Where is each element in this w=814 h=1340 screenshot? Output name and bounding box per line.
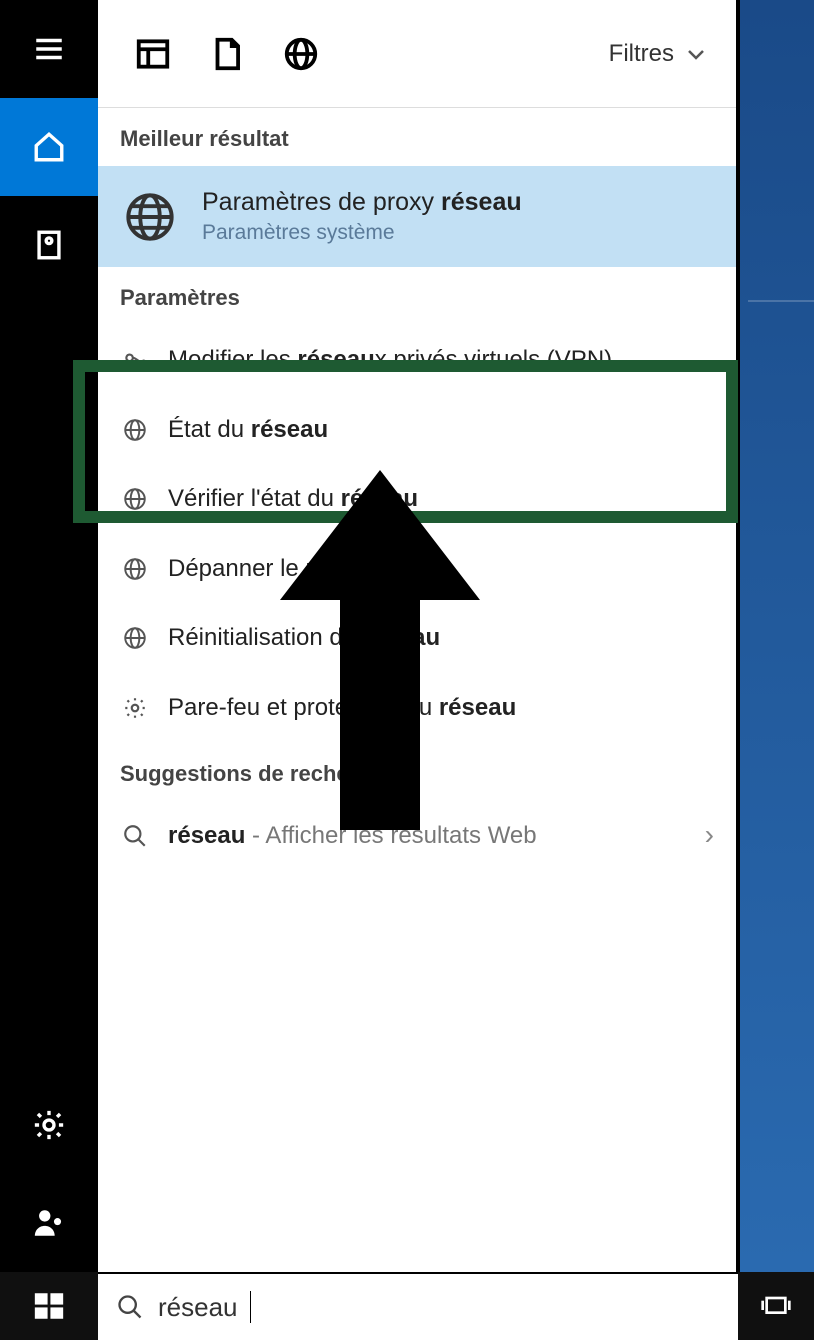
settings-item-text: Pare-feu et protection du réseau bbox=[168, 691, 516, 725]
search-input-value: réseau bbox=[158, 1292, 238, 1323]
settings-item-3[interactable]: Dépanner le réseau bbox=[98, 534, 736, 604]
search-input[interactable]: réseau bbox=[98, 1272, 738, 1340]
filter-documents-button[interactable] bbox=[190, 0, 264, 108]
document-icon bbox=[208, 35, 246, 73]
chevron-right-icon: › bbox=[705, 819, 714, 851]
settings-item-0[interactable]: Modifier les réseaux privés virtuels (VP… bbox=[98, 325, 736, 395]
home-icon bbox=[32, 130, 66, 164]
section-best-result: Meilleur résultat bbox=[98, 108, 736, 166]
notebook-icon bbox=[32, 228, 66, 262]
task-view-button[interactable] bbox=[738, 1272, 814, 1340]
settings-item-text: Vérifier l'état du réseau bbox=[168, 482, 418, 516]
text-caret bbox=[250, 1291, 251, 1323]
best-result-title: Paramètres de proxy réseau bbox=[202, 188, 522, 217]
apps-icon bbox=[134, 35, 172, 73]
globe-icon bbox=[120, 556, 150, 582]
filter-apps-button[interactable] bbox=[116, 0, 190, 108]
best-result-subtitle: Paramètres système bbox=[202, 221, 522, 245]
notebook-button[interactable] bbox=[0, 196, 98, 294]
search-results-panel: Filtres Meilleur résultat Paramètres de … bbox=[98, 0, 738, 1272]
section-suggestions: Suggestions de recherche bbox=[98, 743, 736, 801]
filters-label: Filtres bbox=[609, 40, 674, 68]
settings-item-5[interactable]: Pare-feu et protection du réseau bbox=[98, 673, 736, 743]
hamburger-button[interactable] bbox=[0, 0, 98, 98]
hamburger-icon bbox=[32, 32, 66, 66]
gear-icon bbox=[120, 695, 150, 721]
desktop-sliver bbox=[738, 0, 814, 1272]
settings-item-text: État du réseau bbox=[168, 413, 328, 447]
settings-item-text: Dépanner le réseau bbox=[168, 552, 383, 586]
person-icon bbox=[32, 1206, 66, 1240]
vpn-icon bbox=[120, 347, 150, 373]
globe-icon bbox=[120, 486, 150, 512]
best-result-row[interactable]: Paramètres de proxy réseau Paramètres sy… bbox=[98, 166, 736, 267]
settings-item-1[interactable]: État du réseau bbox=[98, 395, 736, 465]
windows-icon bbox=[32, 1289, 66, 1323]
search-icon bbox=[116, 1293, 144, 1321]
settings-item-2[interactable]: Vérifier l'état du réseau bbox=[98, 464, 736, 534]
globe-icon bbox=[282, 35, 320, 73]
filter-web-button[interactable] bbox=[264, 0, 338, 108]
settings-button[interactable] bbox=[0, 1076, 98, 1174]
search-icon bbox=[122, 823, 148, 849]
home-button[interactable] bbox=[0, 98, 98, 196]
globe-icon bbox=[120, 625, 150, 651]
settings-item-text: Réinitialisation du réseau bbox=[168, 621, 440, 655]
filters-dropdown[interactable]: Filtres bbox=[609, 40, 718, 68]
cortana-sidebar bbox=[0, 0, 98, 1272]
taskbar: réseau bbox=[0, 1272, 814, 1340]
task-view-icon bbox=[760, 1290, 792, 1322]
settings-item-text: Modifier les réseaux privés virtuels (VP… bbox=[168, 343, 612, 377]
chevron-down-icon bbox=[684, 42, 708, 66]
gear-icon bbox=[32, 1108, 66, 1142]
feedback-button[interactable] bbox=[0, 1174, 98, 1272]
results-toolbar: Filtres bbox=[98, 0, 736, 108]
globe-icon bbox=[124, 191, 176, 243]
start-button[interactable] bbox=[0, 1272, 98, 1340]
settings-item-4[interactable]: Réinitialisation du réseau bbox=[98, 603, 736, 673]
section-settings: Paramètres bbox=[98, 267, 736, 325]
web-suggestion-row[interactable]: réseau - Afficher les résultats Web › bbox=[98, 801, 736, 871]
web-suggestion-text: réseau - Afficher les résultats Web bbox=[168, 819, 537, 853]
globe-icon bbox=[120, 417, 150, 443]
